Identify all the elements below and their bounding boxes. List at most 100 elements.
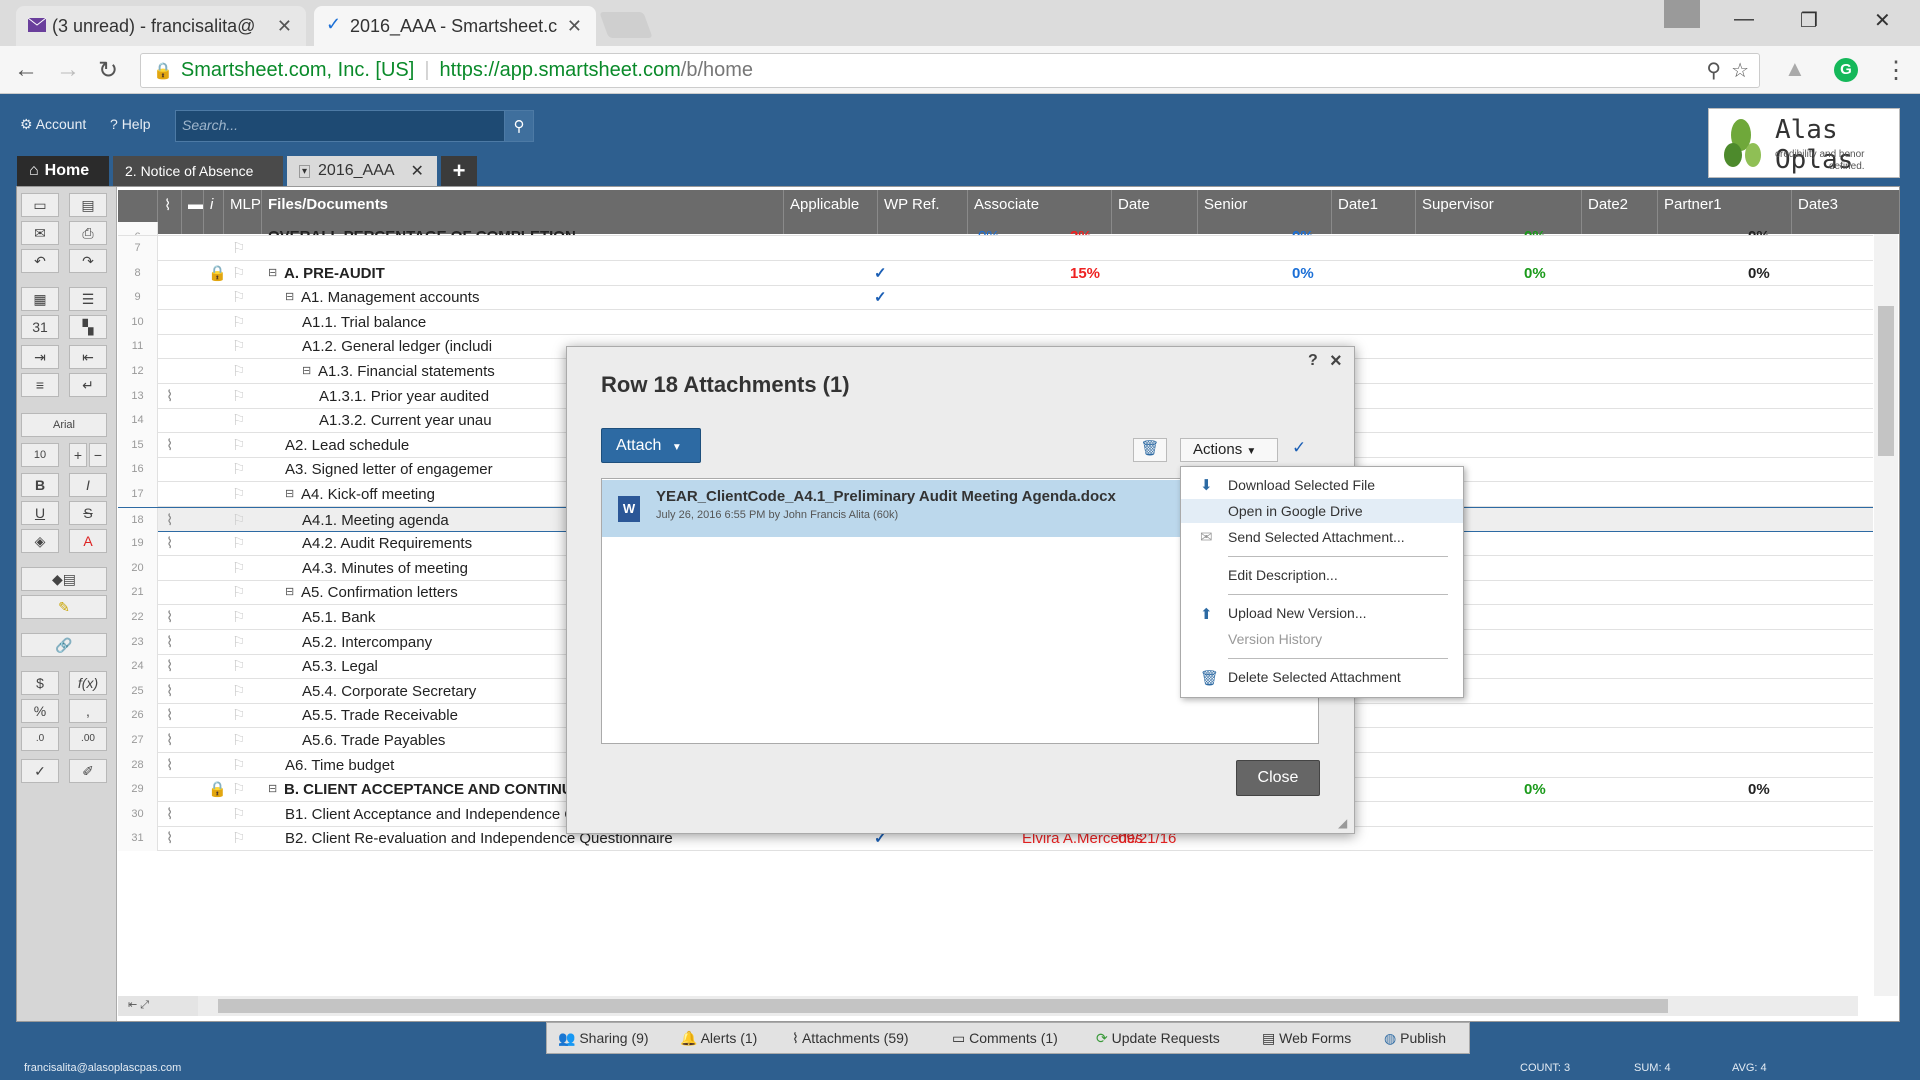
menu-item-delete-attachment[interactable]: Delete Selected Attachment: [1228, 669, 1401, 685]
formula-icon[interactable]: f(x): [69, 671, 107, 695]
vertical-scrollbar[interactable]: [1874, 234, 1898, 996]
text-color-icon[interactable]: A: [69, 529, 107, 553]
web-forms-tab[interactable]: ▤ Web Forms: [1262, 1030, 1351, 1047]
close-tab-icon[interactable]: ✕: [277, 16, 292, 37]
table-row[interactable]: 6 OVERALL PERCENTAGE OF COMPLETION 0% 2% 0% 0…: [118, 222, 1873, 236]
row-number: 18: [118, 507, 158, 533]
strikethrough-icon[interactable]: S: [69, 501, 107, 525]
sharing-tab[interactable]: 👥 Sharing (9): [558, 1030, 649, 1047]
conditional-format-icon[interactable]: ◆▤: [21, 567, 107, 591]
italic-icon[interactable]: I: [69, 473, 107, 497]
resize-grip-icon[interactable]: ◢: [1338, 816, 1347, 830]
grid-view-icon[interactable]: ▦: [21, 287, 59, 311]
back-icon[interactable]: ←: [14, 56, 38, 84]
account-label: Account: [35, 116, 87, 132]
horizontal-scrollbar[interactable]: [198, 996, 1858, 1016]
dialog-close-icon[interactable]: ×: [1330, 350, 1342, 373]
menu-item-upload-new-version[interactable]: Upload New Version...: [1228, 605, 1367, 621]
wrap-text-icon[interactable]: ↵: [69, 373, 107, 397]
currency-icon[interactable]: $: [21, 671, 59, 695]
close-sheet-tab-icon[interactable]: ✕: [411, 161, 424, 181]
table-row[interactable]: 8 🔒 ⚐ ⊟ A. PRE-AUDIT ✓ 15% 0% 0% 0%: [118, 260, 1873, 286]
clear-format-icon[interactable]: ✓: [21, 759, 59, 783]
undo-icon[interactable]: ↶: [21, 249, 59, 273]
increase-decimal-icon[interactable]: .00: [69, 727, 107, 751]
search-button[interactable]: ⚲: [504, 110, 534, 142]
table-row[interactable]: 9 ⚐ ⊟ A1. Management accounts ✓: [118, 285, 1873, 311]
tab-home[interactable]: ⌂ Home: [17, 156, 109, 186]
tab-notice-of-absence[interactable]: 2. Notice of Absence: [113, 156, 283, 186]
increase-size-icon[interactable]: +: [69, 443, 87, 467]
add-sheet-tab-button[interactable]: +: [441, 156, 477, 186]
attachments-label: Attachments (59): [801, 1030, 909, 1046]
redo-icon[interactable]: ↷: [69, 249, 107, 273]
tab-dropdown-icon[interactable]: ▾: [299, 164, 311, 178]
hyperlink-icon[interactable]: 🔗: [21, 633, 107, 657]
print-icon[interactable]: ⎙: [69, 221, 107, 245]
menu-item-download[interactable]: Download Selected File: [1228, 477, 1375, 493]
window-close-icon[interactable]: ✕: [1874, 8, 1891, 33]
search-input[interactable]: Search...: [175, 110, 505, 142]
extension-icon[interactable]: ▲: [1784, 56, 1806, 82]
format-painter-icon[interactable]: ✐: [69, 759, 107, 783]
decrease-decimal-icon[interactable]: .0: [21, 727, 59, 751]
percent-icon[interactable]: %: [21, 699, 59, 723]
scroll-thumb[interactable]: [1878, 306, 1894, 456]
forward-icon[interactable]: →: [56, 56, 80, 84]
publish-tab[interactable]: ◍ Publish: [1384, 1030, 1446, 1047]
bold-icon[interactable]: B: [21, 473, 59, 497]
email-icon[interactable]: ✉: [21, 221, 59, 245]
dialog-help-icon[interactable]: ?: [1308, 352, 1318, 370]
decrease-size-icon[interactable]: −: [89, 443, 107, 467]
browser-tab-smartsheet[interactable]: ✓ 2016_AAA - Smartsheet.c ✕: [314, 6, 596, 46]
close-button[interactable]: Close: [1236, 760, 1320, 796]
indent-icon[interactable]: ⇥: [21, 345, 59, 369]
trash-icon[interactable]: 🗑: [1133, 438, 1167, 462]
tab-2016-aaa[interactable]: ▾ 2016_AAA ✕: [287, 156, 437, 186]
url-field[interactable]: 🔒 Smartsheet.com, Inc. [US] | https://ap…: [140, 53, 1760, 88]
comments-tab[interactable]: ▭ Comments (1): [952, 1030, 1058, 1047]
highlight-icon[interactable]: ✎: [21, 595, 107, 619]
close-tab-icon[interactable]: ✕: [567, 16, 582, 37]
table-row[interactable]: 7 ⚐: [118, 236, 1873, 261]
new-row-icon[interactable]: ▭: [21, 193, 59, 217]
actions-button[interactable]: Actions ▼: [1180, 438, 1278, 462]
select-all-check-icon[interactable]: ✓: [1292, 438, 1306, 458]
restore-icon[interactable]: ❐: [1800, 8, 1818, 33]
save-icon[interactable]: ▤: [69, 193, 107, 217]
alerts-tab[interactable]: 🔔 Alerts (1): [680, 1030, 757, 1047]
h-scroll-thumb[interactable]: [218, 999, 1668, 1013]
menu-item-edit-description[interactable]: Edit Description...: [1228, 567, 1338, 583]
grammarly-icon[interactable]: G: [1834, 58, 1858, 82]
gantt-view-icon[interactable]: ☰: [69, 287, 107, 311]
card-view-icon[interactable]: ▚: [69, 315, 107, 339]
browser-tab-mail[interactable]: (3 unread) - francisalita@ ✕: [16, 6, 306, 46]
account-link[interactable]: ⚙ Account: [20, 116, 86, 133]
outdent-icon[interactable]: ⇤: [69, 345, 107, 369]
thousands-separator-icon[interactable]: ,: [69, 699, 107, 723]
align-icon[interactable]: ≡: [21, 373, 59, 397]
menu-item-open-google-drive[interactable]: Open in Google Drive: [1228, 503, 1363, 519]
upload-icon: ⬆: [1200, 606, 1213, 623]
new-tab-button[interactable]: [599, 12, 653, 38]
help-link[interactable]: ? Help: [110, 116, 150, 132]
update-requests-tab[interactable]: ⟳ Update Requests: [1096, 1030, 1220, 1047]
bookmark-star-icon[interactable]: ☆: [1731, 58, 1749, 83]
minimize-icon[interactable]: —: [1734, 8, 1754, 31]
column-resize-controls[interactable]: ⇤ ⤢: [118, 996, 198, 1016]
font-size-select[interactable]: 10: [21, 443, 59, 467]
calendar-view-icon[interactable]: 31: [21, 315, 59, 339]
menu-item-send[interactable]: Send Selected Attachment...: [1228, 529, 1405, 545]
attachments-tab[interactable]: ⌇ Attachments (59): [792, 1030, 909, 1047]
table-row[interactable]: 10 ⚐ A1.1. Trial balance: [118, 309, 1873, 335]
zoom-icon[interactable]: ⚲: [1706, 58, 1721, 83]
fill-color-icon[interactable]: ◈: [21, 529, 59, 553]
menu-kebab-icon[interactable]: ⋮: [1884, 56, 1908, 85]
attachment-item[interactable]: W YEAR_ClientCode_A4.1_Preliminary Audit…: [602, 480, 1181, 537]
reload-icon[interactable]: ↻: [98, 56, 118, 85]
font-family-select[interactable]: Arial: [21, 413, 107, 437]
profile-icon[interactable]: [1664, 0, 1700, 28]
attach-button[interactable]: Attach ▼: [601, 428, 701, 463]
menu-item-version-history[interactable]: Version History: [1228, 631, 1322, 647]
underline-icon[interactable]: U: [21, 501, 59, 525]
